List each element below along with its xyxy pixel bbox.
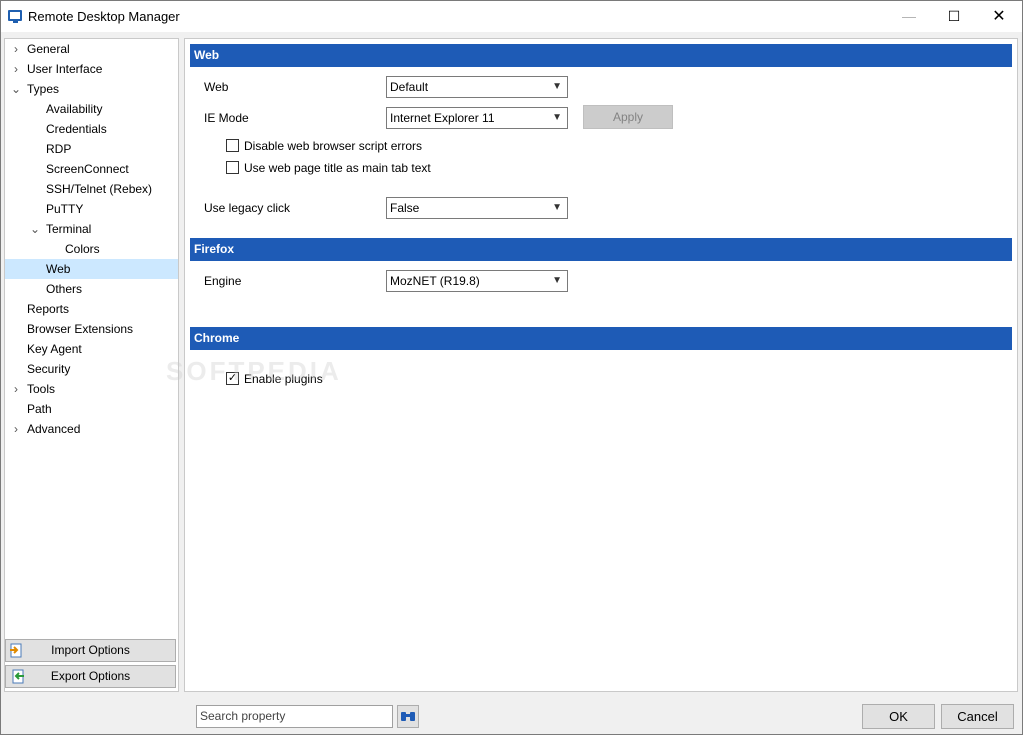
tree-item-advanced[interactable]: › Advanced [5, 419, 178, 439]
tree-item-path[interactable]: Path [5, 399, 178, 419]
tree-item-label: Security [27, 362, 71, 376]
chevron-right-icon[interactable]: › [10, 419, 22, 439]
web-select-value: Default [390, 80, 429, 94]
tree-item-label: ScreenConnect [46, 162, 129, 176]
chevron-right-icon[interactable]: › [10, 39, 22, 59]
tree-item-screenconnect[interactable]: ScreenConnect [5, 159, 178, 179]
tree-item-label: RDP [46, 142, 72, 156]
import-options-label: Import Options [51, 643, 130, 657]
tree-item-others[interactable]: Others [5, 279, 178, 299]
ie-mode-label: IE Mode [204, 111, 249, 125]
chevron-down-icon[interactable]: ⌄ [10, 79, 22, 99]
tree-item-web[interactable]: Web [5, 259, 178, 279]
use-page-title-checkbox[interactable] [226, 161, 239, 174]
tree-item-label: Tools [27, 382, 56, 396]
legacy-click-select-value: False [390, 201, 420, 215]
tree-item-label: Terminal [46, 222, 92, 236]
web-label: Web [204, 80, 229, 94]
tree-item-label: PuTTY [46, 202, 84, 216]
tree-item-types[interactable]: ⌄ Types [5, 79, 178, 99]
maximize-button[interactable]: ☐ [931, 1, 977, 32]
binoculars-icon [401, 712, 415, 721]
chevron-down-icon: ▼ [552, 112, 562, 123]
tree-item-general[interactable]: › General [5, 39, 178, 59]
tree-item-label: Web [46, 262, 71, 276]
settings-tree: › General › User Interface ⌄ Types Availabilit… [4, 38, 179, 692]
tree-item-label: Key Agent [27, 342, 82, 356]
tree-item-key-agent[interactable]: Key Agent [5, 339, 178, 359]
tree-item-putty[interactable]: PuTTY [5, 199, 178, 219]
export-options-label: Export Options [50, 669, 131, 683]
import-icon [10, 643, 22, 658]
tree-item-rdp[interactable]: RDP [5, 139, 178, 159]
chrome-section-header: Chrome [190, 327, 1012, 350]
tree-item-credentials[interactable]: Credentials [5, 119, 178, 139]
search-property-input[interactable]: Search property [196, 705, 393, 728]
minimize-button[interactable]: — [886, 1, 932, 32]
ie-mode-select-value: Internet Explorer 11 [390, 111, 495, 125]
firefox-section-header: Firefox [190, 238, 1012, 261]
tree-item-label: Advanced [27, 422, 81, 436]
web-section-header: Web [190, 44, 1012, 67]
tree-item-label: Path [27, 402, 52, 416]
tree-item-label: Reports [27, 302, 70, 316]
options-window: Remote Desktop Manager — ☐ ✕ › General › Us… [0, 0, 1023, 735]
tree-item-label: Colors [65, 242, 100, 256]
export-options-button[interactable]: Export Options [5, 665, 176, 688]
chevron-down-icon[interactable]: ⌄ [29, 219, 41, 239]
legacy-click-select[interactable]: False ▼ [386, 197, 568, 219]
tree-item-reports[interactable]: Reports [5, 299, 178, 319]
ie-mode-select[interactable]: Internet Explorer 11 ▼ [386, 107, 568, 129]
legacy-click-label: Use legacy click [204, 201, 291, 215]
monitor-icon [8, 10, 22, 23]
engine-label: Engine [204, 274, 242, 288]
chevron-down-icon: ▼ [552, 81, 562, 92]
web-select[interactable]: Default ▼ [386, 76, 568, 98]
window-title: Remote Desktop Manager [28, 9, 180, 24]
tree-item-user-interface[interactable]: › User Interface [5, 59, 178, 79]
chevron-right-icon[interactable]: › [10, 59, 22, 79]
disable-script-errors-label: Disable web browser script errors [244, 139, 423, 153]
close-button[interactable]: ✕ [976, 1, 1022, 32]
apply-button[interactable]: Apply [583, 105, 673, 129]
find-button[interactable] [397, 705, 419, 728]
chevron-down-icon: ▼ [552, 202, 562, 213]
tree-item-label: General [27, 42, 70, 56]
tree-item-availability[interactable]: Availability [5, 99, 178, 119]
chevron-down-icon: ▼ [552, 275, 562, 286]
tree-item-label: Types [27, 82, 60, 96]
tree-item-label: User Interface [27, 62, 103, 76]
tree-item-label: Availability [46, 102, 103, 116]
tree-item-security[interactable]: Security [5, 359, 178, 379]
use-page-title-label: Use web page title as main tab text [244, 161, 431, 175]
export-icon [12, 669, 24, 684]
title-bar: Remote Desktop Manager — ☐ ✕ [1, 1, 1022, 32]
tree-item-label: Credentials [46, 122, 107, 136]
watermark: SOFTPEDIA [166, 356, 342, 386]
tree-item-label: Browser Extensions [27, 322, 134, 336]
engine-select[interactable]: MozNET (R19.8) ▼ [386, 270, 568, 292]
tree-item-browser-extensions[interactable]: Browser Extensions [5, 319, 178, 339]
tree-item-ssh-telnet-rebex[interactable]: SSH/Telnet (Rebex) [5, 179, 178, 199]
disable-script-errors-checkbox[interactable] [226, 139, 239, 152]
tree-item-label: SSH/Telnet (Rebex) [46, 182, 153, 196]
cancel-button[interactable]: Cancel [941, 704, 1014, 729]
engine-select-value: MozNET (R19.8) [390, 274, 480, 288]
ok-button[interactable]: OK [862, 704, 935, 729]
tree-item-tools[interactable]: › Tools [5, 379, 178, 399]
tree-item-terminal[interactable]: ⌄ Terminal [5, 219, 178, 239]
tree-item-colors[interactable]: Colors [5, 239, 178, 259]
import-options-button[interactable]: Import Options [5, 639, 176, 662]
tree-item-label: Others [46, 282, 83, 296]
chevron-right-icon[interactable]: › [10, 379, 22, 399]
